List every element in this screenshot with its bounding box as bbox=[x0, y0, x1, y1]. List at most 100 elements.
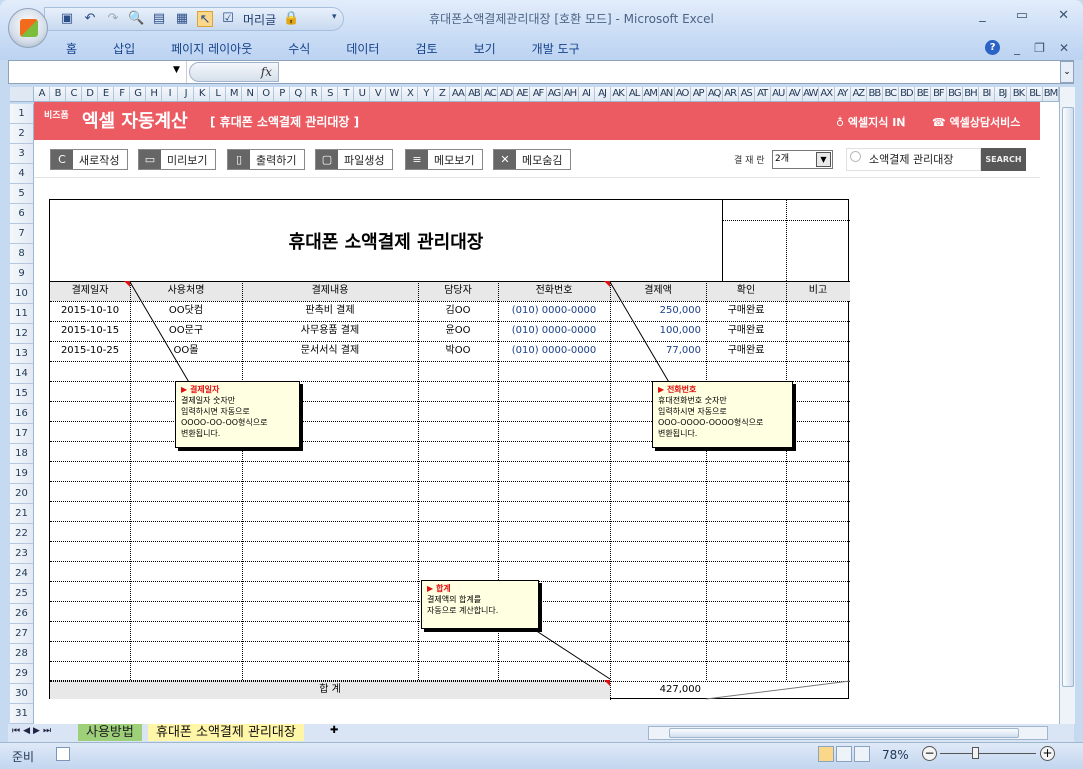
expand-formula-bar-icon[interactable]: ⌄ bbox=[1060, 61, 1074, 83]
column-header[interactable]: BG bbox=[947, 87, 963, 101]
row-header[interactable]: 30 bbox=[10, 684, 34, 704]
tab-developer[interactable]: 개발 도구 bbox=[532, 40, 580, 57]
row-header[interactable]: 24 bbox=[10, 564, 34, 584]
wb-restore-icon[interactable]: ❐ bbox=[1034, 41, 1045, 55]
row-header[interactable]: 20 bbox=[10, 484, 34, 504]
column-header[interactable]: AN bbox=[659, 87, 675, 101]
column-header[interactable]: AM bbox=[643, 87, 659, 101]
column-header[interactable]: AP bbox=[691, 87, 707, 101]
vertical-scrollbar[interactable] bbox=[1059, 87, 1075, 724]
column-header[interactable]: BE bbox=[915, 87, 931, 101]
page-layout-view-icon[interactable] bbox=[836, 746, 852, 762]
column-header[interactable]: E bbox=[98, 87, 115, 101]
column-header[interactable]: AZ bbox=[851, 87, 867, 101]
column-header[interactable]: AS bbox=[739, 87, 755, 101]
row-header[interactable]: 2 bbox=[10, 124, 34, 144]
help-icon[interactable]: ? bbox=[985, 40, 1001, 55]
row-header[interactable]: 6 bbox=[10, 204, 34, 224]
zoom-out-icon[interactable]: − bbox=[922, 746, 937, 761]
excel-knowledge-link[interactable]: ♁ 엑셀지식 IN bbox=[836, 114, 906, 130]
preview-button[interactable]: ▭ 미리보기 bbox=[138, 149, 216, 170]
column-header[interactable]: U bbox=[354, 87, 371, 101]
row-header[interactable]: 22 bbox=[10, 524, 34, 544]
insert-sheet-icon[interactable]: ✚ bbox=[330, 725, 350, 740]
minimize-icon[interactable]: _ bbox=[979, 8, 986, 23]
column-header[interactable]: Z bbox=[434, 87, 451, 101]
column-header[interactable]: BI bbox=[979, 87, 995, 101]
normal-view-icon[interactable] bbox=[818, 746, 834, 762]
column-header[interactable]: B bbox=[50, 87, 67, 101]
column-header[interactable]: AR bbox=[723, 87, 739, 101]
close-icon[interactable]: ✕ bbox=[1058, 8, 1069, 23]
column-header[interactable]: BH bbox=[963, 87, 979, 101]
tab-home[interactable]: 홈 bbox=[66, 40, 77, 57]
column-header[interactable]: P bbox=[274, 87, 291, 101]
tab-formulas[interactable]: 수식 bbox=[288, 40, 310, 57]
row-header[interactable]: 1 bbox=[10, 104, 34, 124]
column-header[interactable]: AV bbox=[787, 87, 803, 101]
row-header[interactable]: 16 bbox=[10, 404, 34, 424]
row-header[interactable]: 13 bbox=[10, 344, 34, 364]
column-header[interactable]: BJ bbox=[995, 87, 1011, 101]
sheet-nav-arrows-icon[interactable]: ⏮◀▶⏭ bbox=[12, 726, 54, 736]
column-header[interactable]: AG bbox=[547, 87, 563, 101]
row-header[interactable]: 10 bbox=[10, 284, 34, 304]
comment-indicator-icon[interactable] bbox=[124, 281, 130, 287]
column-header[interactable]: J bbox=[178, 87, 195, 101]
row-header[interactable]: 12 bbox=[10, 324, 34, 344]
row-header[interactable]: 11 bbox=[10, 304, 34, 324]
sheet-tab-usage[interactable]: 사용방법 bbox=[78, 724, 142, 741]
dropdown-arrow-icon[interactable]: ▼ bbox=[816, 152, 831, 167]
column-header[interactable]: AA bbox=[450, 87, 467, 101]
row-header[interactable]: 31 bbox=[10, 704, 34, 724]
wb-close-icon[interactable]: ✕ bbox=[1059, 41, 1069, 55]
column-header[interactable]: AE bbox=[514, 87, 531, 101]
column-header[interactable]: M bbox=[226, 87, 243, 101]
zoom-slider-thumb[interactable] bbox=[972, 747, 979, 759]
column-header[interactable]: F bbox=[114, 87, 131, 101]
excel-consult-link[interactable]: ☎ 엑셀상담서비스 bbox=[932, 114, 1020, 130]
column-header[interactable]: AX bbox=[819, 87, 835, 101]
column-header[interactable]: C bbox=[66, 87, 83, 101]
column-header[interactable]: BC bbox=[883, 87, 899, 101]
column-header[interactable]: S bbox=[322, 87, 339, 101]
zoom-slider-track[interactable] bbox=[940, 753, 1036, 754]
tab-review[interactable]: 검토 bbox=[415, 40, 437, 57]
new-button[interactable]: C 새로작성 bbox=[50, 149, 128, 170]
insert-function-button[interactable]: fx bbox=[189, 62, 279, 82]
worksheet[interactable]: 비즈폼 엑셀 자동계산 [ 휴대폰 소액결제 관리대장 ] ♁ 엑셀지식 IN … bbox=[34, 102, 1059, 724]
column-header[interactable]: BB bbox=[867, 87, 883, 101]
column-header[interactable]: I bbox=[162, 87, 179, 101]
column-header[interactable]: AI bbox=[579, 87, 595, 101]
column-header[interactable]: AO bbox=[675, 87, 691, 101]
column-header[interactable]: AB bbox=[466, 87, 483, 101]
column-header[interactable]: AT bbox=[755, 87, 771, 101]
column-header[interactable]: AJ bbox=[595, 87, 611, 101]
row-header[interactable]: 8 bbox=[10, 244, 34, 264]
maximize-icon[interactable]: ▭ bbox=[1016, 8, 1028, 23]
column-header[interactable]: O bbox=[258, 87, 275, 101]
row-header[interactable]: 26 bbox=[10, 604, 34, 624]
column-header[interactable]: BL bbox=[1027, 87, 1043, 101]
row-header[interactable]: 18 bbox=[10, 444, 34, 464]
zoom-level[interactable]: 78% bbox=[882, 748, 909, 762]
row-header[interactable]: 7 bbox=[10, 224, 34, 244]
search-button[interactable]: SEARCH bbox=[981, 148, 1026, 171]
column-header[interactable]: A bbox=[34, 87, 51, 101]
row-header[interactable]: 29 bbox=[10, 664, 34, 684]
row-header[interactable]: 3 bbox=[10, 144, 34, 164]
zoom-in-icon[interactable]: + bbox=[1040, 746, 1055, 761]
hide-memo-button[interactable]: ✕ 메모숨김 bbox=[493, 149, 571, 170]
column-header[interactable]: W bbox=[386, 87, 403, 101]
column-header[interactable]: AH bbox=[563, 87, 579, 101]
column-header[interactable]: AQ bbox=[707, 87, 723, 101]
vertical-scroll-thumb[interactable] bbox=[1062, 107, 1074, 687]
column-header[interactable]: N bbox=[242, 87, 259, 101]
row-header[interactable]: 5 bbox=[10, 184, 34, 204]
column-header[interactable]: R bbox=[306, 87, 323, 101]
approval-select[interactable]: 2개 ▼ bbox=[772, 150, 833, 169]
column-header[interactable]: V bbox=[370, 87, 387, 101]
tab-page-layout[interactable]: 페이지 레이아웃 bbox=[171, 40, 252, 57]
column-header[interactable]: AF bbox=[530, 87, 547, 101]
column-header[interactable]: AL bbox=[627, 87, 643, 101]
